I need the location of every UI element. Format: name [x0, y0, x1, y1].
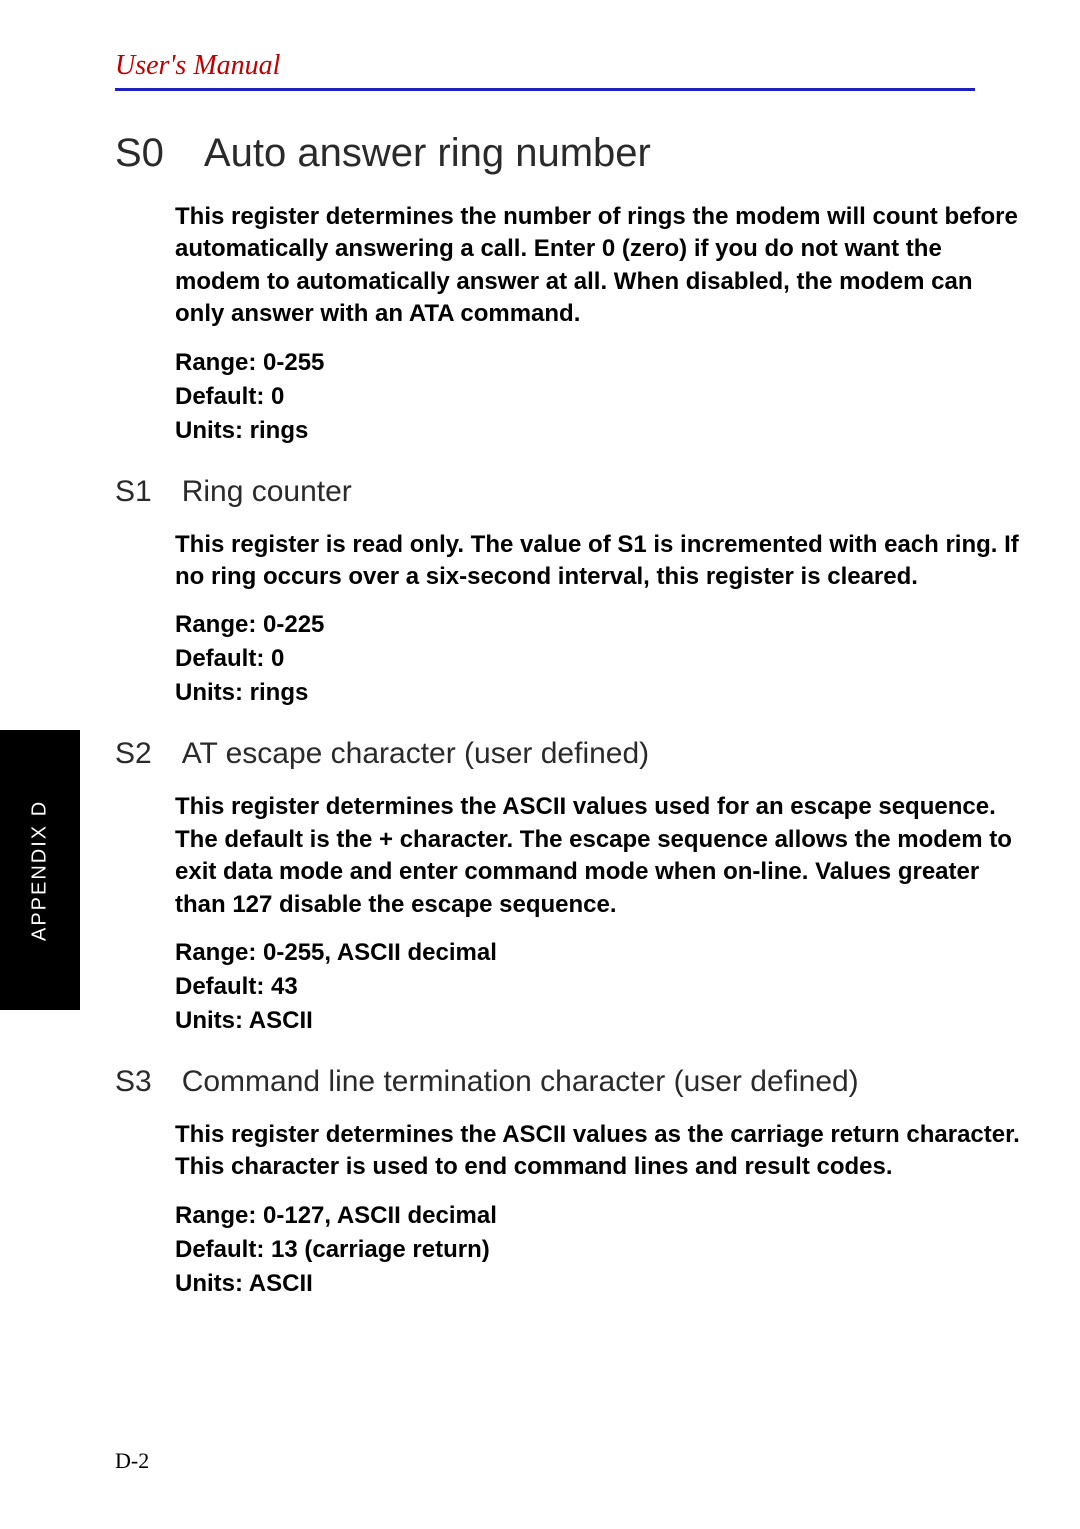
s3-description: This register determines the ASCII value… — [175, 1119, 1020, 1184]
appendix-tab-label: APPENDIX D — [29, 799, 52, 940]
content-area: S0 Auto answer ring number This register… — [115, 91, 1020, 1298]
s0-default: Default: 0 — [175, 383, 1020, 411]
s0-range: Range: 0-255 — [175, 349, 1020, 377]
page: User's Manual S0 Auto answer ring number… — [0, 0, 1080, 1298]
s3-range: Range: 0-127, ASCII decimal — [175, 1202, 1020, 1230]
s1-range: Range: 0-225 — [175, 611, 1020, 639]
s2-description: This register determines the ASCII value… — [175, 791, 1020, 921]
s3-default: Default: 13 (carriage return) — [175, 1236, 1020, 1264]
s1-description: This register is read only. The value of… — [175, 529, 1020, 594]
s1-units: Units: rings — [175, 679, 1020, 707]
s0-description: This register determines the number of r… — [175, 201, 1020, 331]
s2-heading: S2 AT escape character (user defined) — [115, 737, 1020, 771]
s2-units: Units: ASCII — [175, 1007, 1020, 1035]
s1-heading: S1 Ring counter — [115, 475, 1020, 509]
s2-default: Default: 43 — [175, 973, 1020, 1001]
s0-units: Units: rings — [175, 417, 1020, 445]
header-title: User's Manual — [115, 50, 1080, 82]
s0-heading: S0 Auto answer ring number — [115, 131, 1020, 176]
s3-units: Units: ASCII — [175, 1270, 1020, 1298]
s1-default: Default: 0 — [175, 645, 1020, 673]
page-number: D-2 — [115, 1448, 149, 1474]
s2-range: Range: 0-255, ASCII decimal — [175, 939, 1020, 967]
s3-heading: S3 Command line termination character (u… — [115, 1065, 1020, 1099]
appendix-tab: APPENDIX D — [0, 730, 80, 1010]
